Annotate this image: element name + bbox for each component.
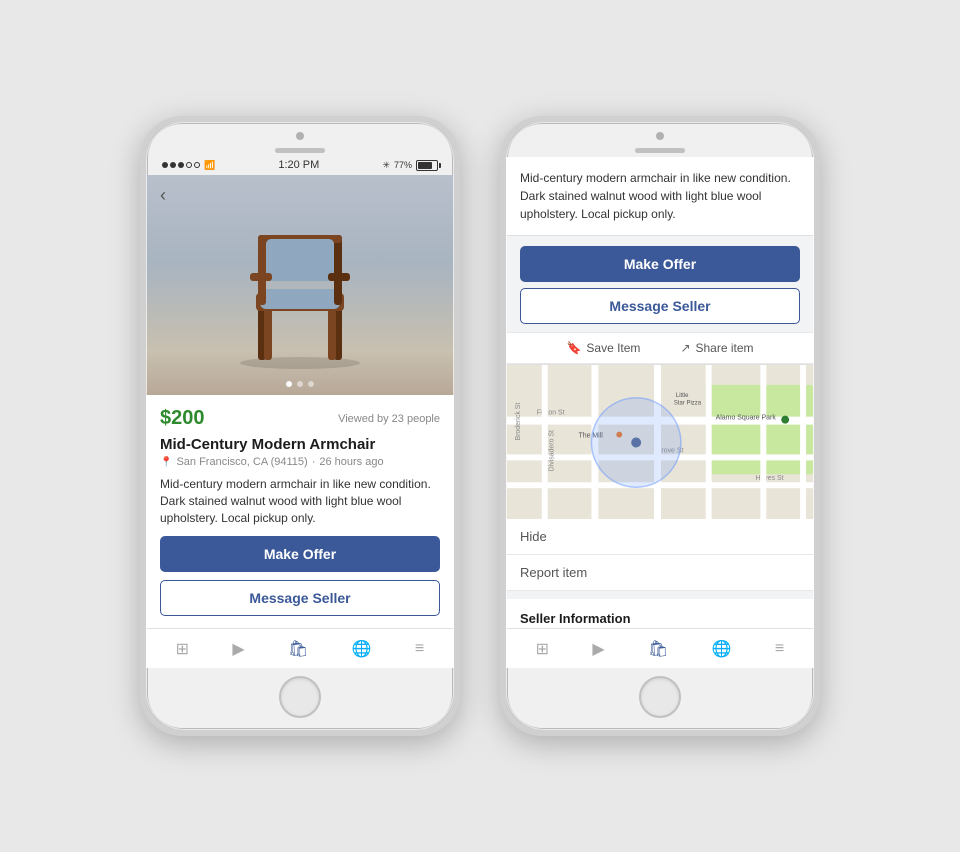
bottom-nav-right: ⊞ ▶ 🛍 🌐 ≡ — [506, 628, 814, 668]
map-background: Fulton St Grove St Hayes St Broderick St… — [506, 365, 814, 519]
seller-section-title: Seller Information — [520, 611, 800, 626]
nav-icon-video[interactable]: ▶ — [232, 639, 244, 659]
report-link[interactable]: Report item — [506, 555, 814, 591]
map-container[interactable]: Fulton St Grove St Hayes St Broderick St… — [506, 364, 814, 519]
bottom-nav-left: ⊞ ▶ 🛍 🌐 ≡ — [146, 628, 454, 668]
bookmark-icon: 🔖 — [566, 341, 581, 355]
save-item-action[interactable]: 🔖 Save Item — [566, 341, 640, 355]
meta-separator: · — [312, 456, 316, 468]
home-button-left[interactable] — [279, 676, 321, 718]
nav-icon-marketplace-right[interactable]: 🛍 — [648, 639, 668, 659]
nav-icon-menu-right[interactable]: ≡ — [775, 640, 784, 658]
signal-dots — [162, 162, 200, 168]
speaker-right — [635, 148, 685, 153]
product-location: San Francisco, CA (94115) — [176, 456, 307, 468]
product-title: Mid-Century Modern Armchair — [160, 436, 440, 453]
svg-text:Hayes St: Hayes St — [755, 475, 783, 482]
signal-dot-1 — [162, 162, 168, 168]
status-left: 📶 — [162, 160, 215, 171]
top-description-text: Mid-century modern armchair in like new … — [520, 171, 791, 221]
map-svg: Fulton St Grove St Hayes St Broderick St… — [506, 365, 814, 519]
nav-icon-news[interactable]: ⊞ — [176, 639, 189, 659]
nav-icon-menu[interactable]: ≡ — [415, 640, 424, 658]
signal-dot-4 — [186, 162, 192, 168]
wifi-icon: 📶 — [204, 160, 215, 171]
nav-icon-world[interactable]: 🌐 — [352, 639, 372, 659]
save-item-label: Save Item — [586, 341, 640, 355]
status-time-left: 1:20 PM — [278, 159, 319, 171]
right-make-offer-button[interactable]: Make Offer — [520, 246, 800, 282]
phone-bottom-right — [506, 668, 814, 730]
product-description: Mid-century modern armchair in like new … — [160, 476, 440, 526]
dot-2 — [297, 381, 303, 387]
chair-image — [146, 175, 454, 395]
left-phone: 📶 1:20 PM ✳ 77% ‹ — [140, 116, 460, 736]
svg-text:Broderick St: Broderick St — [515, 403, 522, 441]
product-price: $200 — [160, 407, 205, 430]
phone-bottom-left — [146, 668, 454, 730]
signal-dot-2 — [170, 162, 176, 168]
signal-dot-3 — [178, 162, 184, 168]
svg-text:Alamo Square Park: Alamo Square Park — [716, 415, 777, 422]
hide-link[interactable]: Hide — [506, 519, 814, 555]
nav-icon-video-right[interactable]: ▶ — [592, 639, 604, 659]
share-item-action[interactable]: ↗ Share item — [680, 341, 753, 355]
right-phone: Mid-century modern armchair in like new … — [500, 116, 820, 736]
right-screen: Mid-century modern armchair in like new … — [506, 157, 814, 668]
camera-left — [296, 132, 304, 140]
location-icon: 📍 — [160, 457, 172, 468]
nav-icon-marketplace[interactable]: 🛍 — [288, 639, 308, 659]
product-meta: 📍 San Francisco, CA (94115) · 26 hours a… — [160, 456, 440, 468]
share-item-label: Share item — [696, 341, 754, 355]
viewed-count: Viewed by 23 people — [338, 413, 440, 425]
left-screen: ‹ — [146, 175, 454, 668]
product-time: 26 hours ago — [319, 456, 383, 468]
battery-icon-left — [416, 160, 438, 171]
nav-icon-news-right[interactable]: ⊞ — [536, 639, 549, 659]
signal-dot-5 — [194, 162, 200, 168]
bluetooth-icon: ✳ — [382, 160, 390, 171]
home-button-right[interactable] — [639, 676, 681, 718]
right-scroll-content: Mid-century modern armchair in like new … — [506, 157, 814, 628]
message-seller-button[interactable]: Message Seller — [160, 580, 440, 616]
make-offer-button[interactable]: Make Offer — [160, 536, 440, 572]
product-image-area: ‹ — [146, 175, 454, 395]
camera-right — [656, 132, 664, 140]
phone-top-left — [146, 122, 454, 157]
nav-icon-world-right[interactable]: 🌐 — [712, 639, 732, 659]
svg-text:Fulton St: Fulton St — [537, 410, 565, 417]
share-icon: ↗ — [680, 341, 690, 355]
status-right-left: ✳ 77% — [382, 160, 438, 171]
svg-text:Star Pizza: Star Pizza — [674, 401, 702, 407]
status-bar-left: 📶 1:20 PM ✳ 77% — [146, 157, 454, 175]
price-row: $200 Viewed by 23 people — [160, 407, 440, 430]
image-carousel-dots — [286, 381, 314, 387]
top-description-box: Mid-century modern armchair in like new … — [506, 157, 814, 236]
dot-1 — [286, 381, 292, 387]
speaker-left — [275, 148, 325, 153]
product-info: $200 Viewed by 23 people Mid-Century Mod… — [146, 395, 454, 628]
chair-svg — [220, 195, 380, 375]
phone-top-right — [506, 122, 814, 157]
svg-text:Little: Little — [676, 393, 689, 399]
battery-percent-left: 77% — [394, 160, 412, 170]
right-message-seller-button[interactable]: Message Seller — [520, 288, 800, 324]
action-row: 🔖 Save Item ↗ Share item — [506, 332, 814, 364]
battery-fill-left — [418, 162, 432, 169]
seller-section: Seller Information — [506, 599, 814, 628]
back-arrow[interactable]: ‹ — [160, 185, 166, 206]
svg-text:Divisadero St: Divisadero St — [549, 430, 556, 471]
dot-3 — [308, 381, 314, 387]
